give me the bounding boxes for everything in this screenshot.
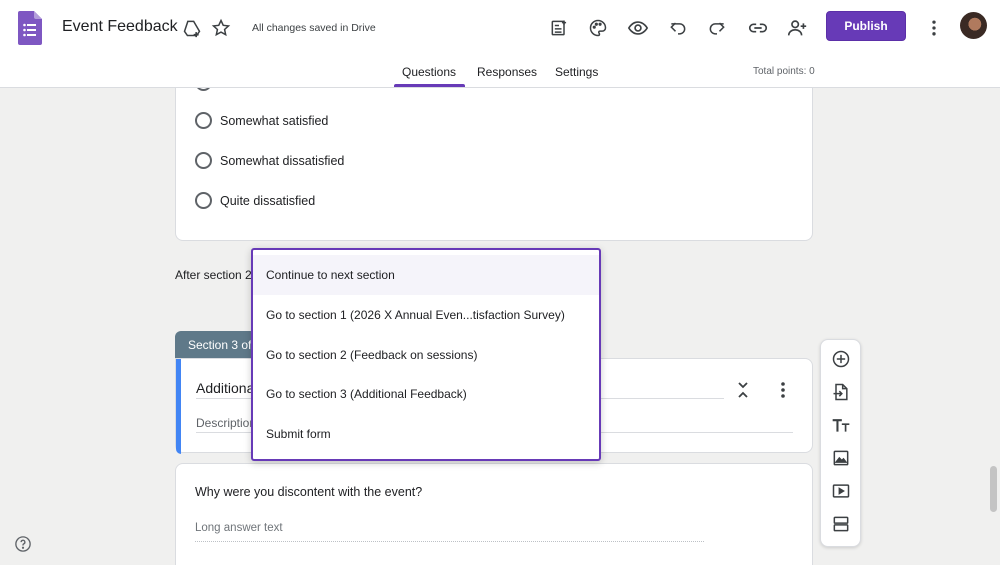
dropdown-option-continue[interactable]: Continue to next section (253, 255, 599, 295)
publish-button[interactable]: Publish (826, 11, 906, 41)
save-status: All changes saved in Drive (252, 22, 376, 34)
answer-underline (195, 541, 704, 542)
add-to-drive-icon[interactable] (180, 16, 204, 40)
add-section-icon[interactable] (830, 513, 852, 535)
section-title[interactable]: Additiona (196, 380, 254, 396)
import-questions-icon[interactable] (830, 381, 852, 403)
preview-eye-icon[interactable] (626, 16, 650, 40)
more-vert-icon[interactable] (922, 16, 946, 40)
addon-icon[interactable] (547, 16, 571, 40)
add-title-icon[interactable] (830, 414, 852, 436)
dropdown-option-submit[interactable]: Submit form (253, 414, 599, 454)
dropdown-option-section-3[interactable]: Go to section 3 (Additional Feedback) (253, 374, 599, 414)
link-icon[interactable] (746, 16, 770, 40)
radio-button[interactable] (195, 152, 212, 169)
long-answer-placeholder: Long answer text (195, 522, 283, 534)
redo-icon[interactable] (705, 16, 729, 40)
add-collaborator-icon[interactable] (785, 16, 809, 40)
option-somewhat-dissatisfied[interactable]: Somewhat dissatisfied (195, 152, 344, 169)
option-somewhat-satisfied[interactable]: Somewhat satisfied (195, 112, 328, 129)
add-image-icon[interactable] (830, 447, 852, 469)
option-label: Somewhat dissatisfied (220, 153, 345, 168)
option-label: Somewhat satisfied (220, 113, 329, 128)
total-points: Total points: 0 (753, 66, 815, 77)
palette-icon[interactable] (586, 16, 610, 40)
star-icon[interactable] (209, 16, 233, 40)
radio-button[interactable] (195, 192, 212, 209)
dropdown-option-section-1[interactable]: Go to section 1 (2026 X Annual Even...ti… (253, 295, 599, 335)
section-more-icon[interactable] (774, 379, 792, 401)
after-section-label: After section 2 (175, 268, 252, 282)
section-accent-bar (176, 359, 181, 454)
collapse-section-icon[interactable] (733, 379, 753, 401)
active-tab-indicator (394, 84, 465, 87)
dropdown-option-section-2[interactable]: Go to section 2 (Feedback on sessions) (253, 335, 599, 375)
side-toolbar (820, 339, 861, 547)
top-bar: Event Feedback All changes saved in Driv… (0, 0, 1000, 58)
long-answer-question-card[interactable] (175, 463, 813, 565)
question-title[interactable]: Why were you discontent with the event? (195, 485, 422, 499)
tab-settings[interactable]: Settings (555, 65, 598, 79)
after-section-dropdown[interactable]: Continue to next section Go to section 1… (251, 248, 601, 461)
avatar[interactable] (960, 12, 987, 39)
form-title[interactable]: Event Feedback (62, 18, 178, 36)
tab-questions[interactable]: Questions (402, 65, 456, 79)
section-description[interactable]: Description (196, 416, 256, 430)
tabs-row-overlay: Questions Responses Settings Total point… (0, 58, 1000, 88)
tab-responses[interactable]: Responses (477, 65, 537, 79)
add-video-icon[interactable] (830, 480, 852, 502)
scrollbar[interactable] (990, 466, 997, 512)
add-question-icon[interactable] (830, 348, 852, 370)
option-label: Quite dissatisfied (220, 193, 316, 208)
undo-icon[interactable] (666, 16, 690, 40)
radio-button[interactable] (195, 112, 212, 129)
forms-logo-icon[interactable] (18, 11, 42, 45)
option-quite-dissatisfied[interactable]: Quite dissatisfied (195, 192, 315, 209)
help-icon[interactable] (14, 535, 32, 553)
